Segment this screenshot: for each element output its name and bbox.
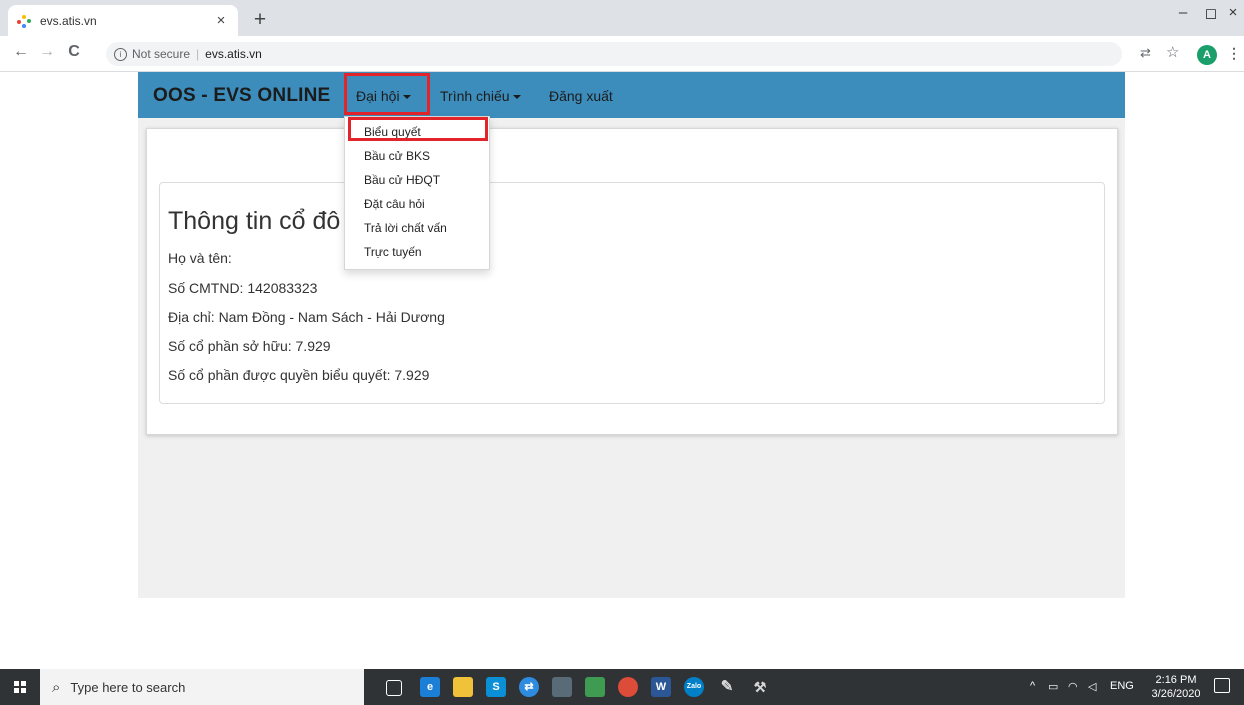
profile-avatar[interactable]: A — [1197, 45, 1217, 65]
task-view-icon[interactable] — [386, 680, 402, 696]
translate-icon[interactable]: ⇄ — [1140, 45, 1151, 61]
separator: | — [196, 47, 200, 61]
page-container: OOS - EVS ONLINE Đại hội Trình chiếu Đăn… — [138, 72, 1125, 598]
shareholder-voting-shares: Số cổ phần được quyền biểu quyết: 7.929 — [168, 367, 430, 383]
dropdown-item-bau-cu-hdqt[interactable]: Bầu cử HĐQT — [364, 173, 440, 187]
reload-button[interactable]: C — [63, 43, 85, 61]
taskbar-search-box[interactable]: ⌕ Type here to search — [40, 669, 364, 705]
browser-menu-icon[interactable]: ⋮ — [1227, 45, 1241, 62]
word-icon[interactable]: W — [651, 677, 671, 697]
dropdown-menu-dai-hoi: Biểu quyết Bầu cử BKS Bầu cử HĐQT Đặt câ… — [344, 116, 490, 270]
shareholder-shares: Số cổ phần sở hữu: 7.929 — [168, 338, 331, 354]
site-navbar: OOS - EVS ONLINE Đại hội Trình chiếu Đăn… — [138, 72, 1125, 118]
caret-down-icon — [512, 95, 521, 100]
dropdown-item-dat-cau-hoi[interactable]: Đặt câu hỏi — [364, 197, 425, 211]
chrome-icon[interactable] — [618, 677, 638, 697]
notification-icon[interactable] — [1214, 678, 1230, 693]
highlight-box-menu — [344, 73, 430, 115]
tool-hammer-icon[interactable]: ⚒ — [750, 677, 770, 697]
search-icon: ⌕ — [52, 678, 61, 696]
edge-icon[interactable]: e — [420, 677, 440, 697]
back-button[interactable]: ← — [10, 43, 32, 61]
main-panel: Thông tin cổ đô Họ và tên: Số CMTND: 142… — [146, 128, 1118, 435]
dropdown-item-tra-loi-chat-van[interactable]: Trả lời chất vấn — [364, 221, 447, 235]
search-placeholder: Type here to search — [70, 679, 186, 695]
browser-tab-strip: evs.atis.vn × + – ◻ × — [0, 0, 1244, 36]
page-viewport: OOS - EVS ONLINE Đại hội Trình chiếu Đăn… — [0, 72, 1244, 669]
security-label: Not secure — [132, 47, 191, 61]
paint-app-icon[interactable] — [585, 677, 605, 697]
shareholder-heading: Thông tin cổ đô — [168, 207, 341, 235]
clock-time: 2:16 PM — [1155, 674, 1197, 686]
tab-title: evs.atis.vn — [40, 13, 97, 28]
battery-icon[interactable]: ▭ — [1048, 680, 1058, 693]
url-text[interactable]: evs.atis.vn — [205, 47, 262, 61]
tray-overflow-icon[interactable]: ^ — [1030, 680, 1035, 692]
windows-taskbar: ⌕ Type here to search e S ⇄ W Zalo ✎ ⚒ ^… — [0, 669, 1244, 705]
windows-start-icon[interactable] — [14, 681, 26, 693]
zalo-icon[interactable]: Zalo — [684, 677, 704, 697]
paint-brush-icon[interactable]: ✎ — [717, 677, 737, 697]
wifi-icon[interactable]: ◠ — [1068, 680, 1078, 693]
shareholder-name: Họ và tên: — [168, 250, 232, 266]
forward-button[interactable]: → — [36, 43, 58, 61]
info-icon[interactable]: i — [114, 47, 127, 61]
menu-trinh-chieu[interactable]: Trình chiếu — [440, 88, 521, 104]
highlight-box-dropdown — [348, 117, 488, 141]
tab-close-icon[interactable]: × — [212, 12, 230, 29]
file-explorer-icon[interactable] — [453, 677, 473, 697]
new-tab-button[interactable]: + — [248, 8, 272, 32]
site-favicon-icon — [16, 13, 32, 29]
menu-trinh-chieu-label: Trình chiếu — [440, 88, 510, 104]
language-indicator[interactable]: ENG — [1110, 680, 1134, 692]
volume-icon[interactable]: ◁ — [1088, 680, 1096, 693]
browser-toolbar: ← → C i Not secure | evs.atis.vn ⇄ ☆ A ⋮ — [0, 36, 1244, 72]
window-minimize-button[interactable]: – — [1168, 4, 1198, 21]
dropdown-item-bau-cu-bks[interactable]: Bầu cử BKS — [364, 149, 430, 163]
skype-icon[interactable]: S — [486, 677, 506, 697]
taskbar-clock[interactable]: 2:16 PM 3/26/2020 — [1150, 673, 1202, 701]
address-bar[interactable]: i Not secure | evs.atis.vn — [106, 42, 1122, 66]
banner-area — [205, 137, 1055, 165]
shareholder-address: Địa chỉ: Nam Đồng - Nam Sách - Hải Dương — [168, 309, 445, 325]
clock-date: 3/26/2020 — [1151, 688, 1201, 700]
dropdown-item-truc-tuyen[interactable]: Trực tuyến — [364, 245, 422, 259]
menu-dang-xuat[interactable]: Đăng xuất — [549, 88, 613, 104]
site-brand[interactable]: OOS - EVS ONLINE — [153, 85, 330, 107]
shareholder-info-box: Thông tin cổ đô Họ và tên: Số CMTND: 142… — [159, 182, 1105, 404]
window-close-button[interactable]: × — [1218, 4, 1244, 21]
teamviewer-icon[interactable]: ⇄ — [519, 677, 539, 697]
browser-tab[interactable]: evs.atis.vn × — [8, 5, 238, 36]
shareholder-id: Số CMTND: 142083323 — [168, 280, 318, 296]
desktop-app-icon[interactable] — [552, 677, 572, 697]
bookmark-star-icon[interactable]: ☆ — [1166, 43, 1179, 61]
